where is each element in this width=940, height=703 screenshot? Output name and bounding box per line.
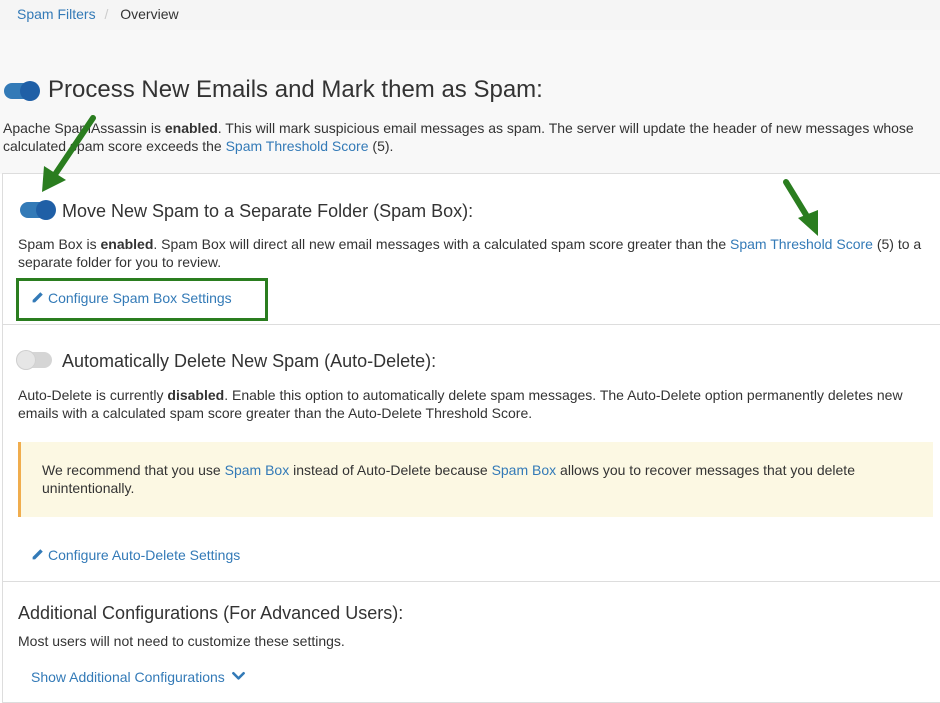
toggle-knob (36, 200, 56, 220)
section-divider (3, 324, 940, 325)
green-arrow-icon (783, 179, 818, 236)
toggle-knob (20, 81, 40, 101)
spam-box-toggle[interactable] (20, 200, 56, 220)
spam-threshold-score-link[interactable]: Spam Threshold Score (226, 138, 369, 154)
process-emails-section: Process New Emails and Mark them as Spam… (0, 30, 940, 174)
show-additional-config-link[interactable]: Show Additional Configurations (31, 668, 249, 686)
spam-box-title: Move New Spam to a Separate Folder (Spam… (62, 201, 474, 221)
additional-config-title: Additional Configurations (For Advanced … (18, 603, 404, 623)
toggle-knob (16, 350, 36, 370)
green-arrow-icon (42, 115, 96, 192)
auto-delete-toggle[interactable] (16, 350, 52, 370)
additional-config-description: Most users will not need to customize th… (18, 633, 345, 649)
pencil-icon (32, 292, 43, 303)
process-emails-toggle[interactable] (4, 81, 40, 101)
auto-delete-warning: We recommend that you use Spam Box inste… (18, 442, 933, 517)
auto-delete-description: Auto-Delete is currently disabled. Enabl… (18, 387, 903, 421)
configure-auto-delete-link[interactable]: Configure Auto-Delete Settings (31, 546, 240, 564)
spam-box-description: Spam Box is enabled. Spam Box will direc… (18, 236, 922, 270)
page-title: Process New Emails and Mark them as Spam… (48, 76, 543, 103)
breadcrumb-current: Overview (120, 6, 179, 22)
spam-box-link[interactable]: Spam Box (492, 462, 557, 478)
breadcrumb: Spam Filters / Overview (0, 0, 940, 30)
chevron-down-icon (231, 671, 245, 680)
breadcrumb-separator: / (104, 6, 109, 22)
process-emails-description: Apache SpamAssassin is enabled. This wil… (3, 120, 914, 154)
pencil-icon (32, 549, 43, 560)
spam-threshold-score-link[interactable]: Spam Threshold Score (730, 236, 873, 252)
configure-spam-box-link[interactable]: Configure Spam Box Settings (31, 289, 232, 307)
breadcrumb-spam-filters-link[interactable]: Spam Filters (17, 6, 96, 22)
spam-box-link[interactable]: Spam Box (225, 462, 290, 478)
section-divider (3, 581, 940, 582)
auto-delete-title: Automatically Delete New Spam (Auto-Dele… (62, 351, 437, 371)
